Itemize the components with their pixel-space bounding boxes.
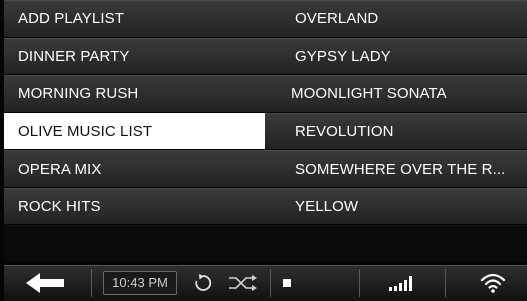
- music-screen: ADD PLAYLIST DINNER PARTY MORNING RUSH O…: [0, 0, 527, 301]
- playlist-item-label: ADD PLAYLIST: [18, 10, 124, 28]
- song-item-somewhere-over-the-rainbow[interactable]: SOMEWHERE OVER THE R...: [265, 150, 527, 187]
- song-item-overland[interactable]: OVERLAND: [265, 0, 527, 37]
- playlist-item-label: ROCK HITS: [18, 198, 101, 216]
- song-item-label: GYPSY LADY: [295, 47, 391, 65]
- empty-row: [265, 225, 527, 263]
- toolbar-divider: [359, 269, 360, 297]
- playlist-item-opera-mix[interactable]: OPERA MIX: [4, 150, 265, 187]
- playlist-item-add-playlist[interactable]: ADD PLAYLIST: [4, 0, 265, 37]
- playlist-item-morning-rush[interactable]: MORNING RUSH: [4, 75, 265, 112]
- back-button[interactable]: [24, 272, 68, 294]
- repeat-icon: [195, 274, 212, 291]
- song-item-revolution[interactable]: REVOLUTION: [265, 112, 527, 150]
- song-item-yellow[interactable]: YELLOW: [265, 187, 527, 225]
- song-item-label: SOMEWHERE OVER THE R...: [295, 160, 506, 178]
- toolbar-divider: [270, 269, 271, 297]
- repeat-button[interactable]: [193, 273, 213, 293]
- playlist-item-rock-hits[interactable]: ROCK HITS: [4, 187, 265, 225]
- back-arrow-icon: [26, 273, 64, 293]
- playlist-item-label: OLIVE MUSIC LIST: [18, 123, 153, 141]
- wifi-icon: [480, 272, 506, 294]
- toolbar-divider: [91, 269, 92, 297]
- song-item-gypsy-lady[interactable]: GYPSY LADY: [265, 37, 527, 75]
- toolbar-divider: [445, 269, 446, 297]
- stop-icon[interactable]: [283, 279, 291, 287]
- song-item-label: REVOLUTION: [295, 123, 394, 141]
- song-item-label: MOONLIGHT SONATA: [291, 85, 447, 103]
- playlist-item-dinner-party[interactable]: DINNER PARTY: [4, 37, 265, 75]
- playlist-item-label: DINNER PARTY: [18, 47, 130, 65]
- playlist-item-label: MORNING RUSH: [18, 85, 139, 103]
- song-item-moonlight-sonata[interactable]: MOONLIGHT SONATA: [265, 75, 527, 112]
- song-item-label: OVERLAND: [295, 10, 379, 28]
- clock-display: 10:43 PM: [103, 271, 177, 295]
- playlist-item-olive-music-list[interactable]: OLIVE MUSIC LIST: [4, 112, 265, 150]
- playlist-list: ADD PLAYLIST DINNER PARTY MORNING RUSH O…: [4, 0, 265, 263]
- signal-strength-icon: [389, 275, 413, 291]
- empty-row: [4, 225, 265, 263]
- music-lists: ADD PLAYLIST DINNER PARTY MORNING RUSH O…: [4, 0, 527, 263]
- playlist-item-label: OPERA MIX: [18, 160, 102, 178]
- shuffle-icon: [229, 275, 257, 291]
- shuffle-button[interactable]: [228, 275, 258, 291]
- bottom-toolbar: 10:43 PM: [4, 265, 527, 301]
- song-item-label: YELLOW: [295, 198, 359, 216]
- song-list: OVERLAND GYPSY LADY MOONLIGHT SONATA REV…: [265, 0, 527, 263]
